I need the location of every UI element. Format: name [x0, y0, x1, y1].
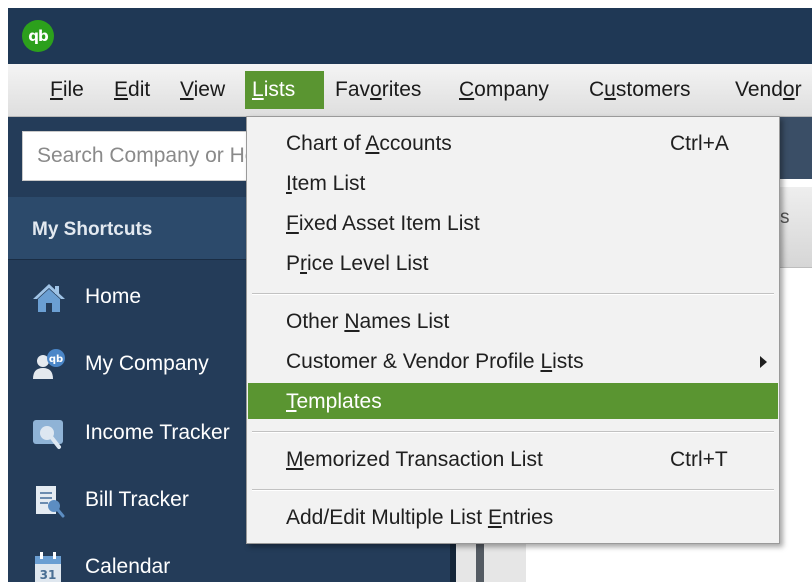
menu-file-mnemonic: F [50, 78, 63, 101]
menu-separator [252, 431, 774, 433]
bill-tracker-icon [32, 484, 66, 518]
menu-company-label-rest: ompany [474, 78, 549, 101]
menu-favorites-mnemonic: o [370, 78, 382, 101]
search-input[interactable] [23, 132, 261, 180]
content-tab-label[interactable]: s [780, 207, 790, 229]
menu-item-price-level-list[interactable]: Price Level List [248, 245, 778, 281]
calendar-day-text: 31 [40, 568, 57, 582]
menu-vendors[interactable]: Vendor [728, 71, 809, 109]
menu-separator [252, 293, 774, 295]
menu-edit[interactable]: Edit [107, 71, 157, 109]
menu-company-mnemonic: C [459, 78, 475, 101]
menu-item-label: Fixed Asset Item List [286, 212, 480, 235]
title-bar: qb [8, 8, 812, 64]
menu-item-label: Other Names List [286, 310, 450, 333]
shortcut-key-label: Ctrl+A [670, 132, 729, 155]
menu-lists-label-rest: ists [263, 78, 296, 101]
quickbooks-logo-icon: qb [22, 20, 54, 52]
menu-lists-mnemonic: L [252, 78, 264, 101]
menu-favorites-label: Fav [335, 78, 371, 101]
lists-menu-dropdown: Chart of Accounts Ctrl+A Item List Fixed… [246, 116, 780, 544]
shortcut-home-label: Home [85, 285, 142, 308]
menu-vendors-mnemonic: o [782, 78, 795, 101]
menu-item-label: Add/Edit Multiple List Entries [286, 506, 554, 529]
submenu-arrow-icon [760, 356, 767, 368]
menu-view-mnemonic: V [180, 78, 194, 101]
menu-item-memorized-transaction-list[interactable]: Memorized Transaction List Ctrl+T [248, 441, 778, 477]
menu-favorites-label-rest: rites [381, 78, 422, 101]
menu-company[interactable]: Company [452, 71, 556, 109]
calendar-icon: 31 [32, 551, 66, 582]
menu-bar: File Edit View Lists Favorites Company C… [8, 64, 812, 117]
menu-item-customer-vendor-profile-lists[interactable]: Customer & Vendor Profile Lists [248, 343, 778, 379]
menu-item-label: Templates [286, 390, 382, 413]
shortcut-my-company-label: My Company [85, 352, 209, 375]
menu-lists[interactable]: Lists [245, 71, 324, 109]
menu-view[interactable]: View [173, 71, 232, 109]
menu-item-label: Customer & Vendor Profile Lists [286, 350, 584, 373]
menu-item-other-names-list[interactable]: Other Names List [248, 303, 778, 339]
shortcut-key-label: Ctrl+T [670, 448, 728, 471]
my-shortcuts-title: My Shortcuts [32, 219, 153, 240]
menu-file-label-rest: ile [62, 78, 84, 101]
menu-item-chart-of-accounts[interactable]: Chart of Accounts Ctrl+A [248, 125, 778, 161]
menu-item-label: Memorized Transaction List [286, 448, 543, 471]
menu-view-label-rest: iew [193, 78, 226, 101]
menu-favorites[interactable]: Favorites [328, 71, 428, 109]
my-company-icon: qb [32, 348, 66, 382]
search-box[interactable] [22, 131, 262, 181]
menu-item-add-edit-multiple-list-entries[interactable]: Add/Edit Multiple List Entries [248, 499, 778, 535]
menu-customers-mnemonic: u [604, 78, 616, 101]
menu-item-fixed-asset-item-list[interactable]: Fixed Asset Item List [248, 205, 778, 241]
menu-item-label: Item List [286, 172, 366, 195]
menu-vendors-label: Vend [735, 78, 783, 101]
menu-separator [252, 489, 774, 491]
shortcut-income-tracker-label: Income Tracker [85, 421, 230, 444]
shortcut-calendar-label: Calendar [85, 555, 171, 578]
menu-item-item-list[interactable]: Item List [248, 165, 778, 201]
menu-item-templates[interactable]: Templates [248, 383, 778, 419]
menu-item-label: Chart of Accounts [286, 132, 452, 155]
menu-customers-label: C [589, 78, 605, 101]
menu-customers-label-rest: stomers [615, 78, 691, 101]
shortcut-bill-tracker-label: Bill Tracker [85, 488, 189, 511]
menu-item-label: Price Level List [286, 252, 429, 275]
menu-vendors-label-rest: r [794, 78, 802, 101]
svg-text:qb: qb [49, 354, 63, 365]
home-icon [32, 281, 66, 315]
quickbooks-window: qb File Edit View Lists Favorites Compan… [0, 0, 812, 582]
menu-edit-mnemonic: E [114, 78, 129, 101]
menu-file[interactable]: File [43, 71, 91, 109]
income-tracker-icon [32, 417, 66, 451]
menu-customers[interactable]: Customers [582, 71, 698, 109]
menu-edit-label-rest: dit [128, 78, 151, 101]
